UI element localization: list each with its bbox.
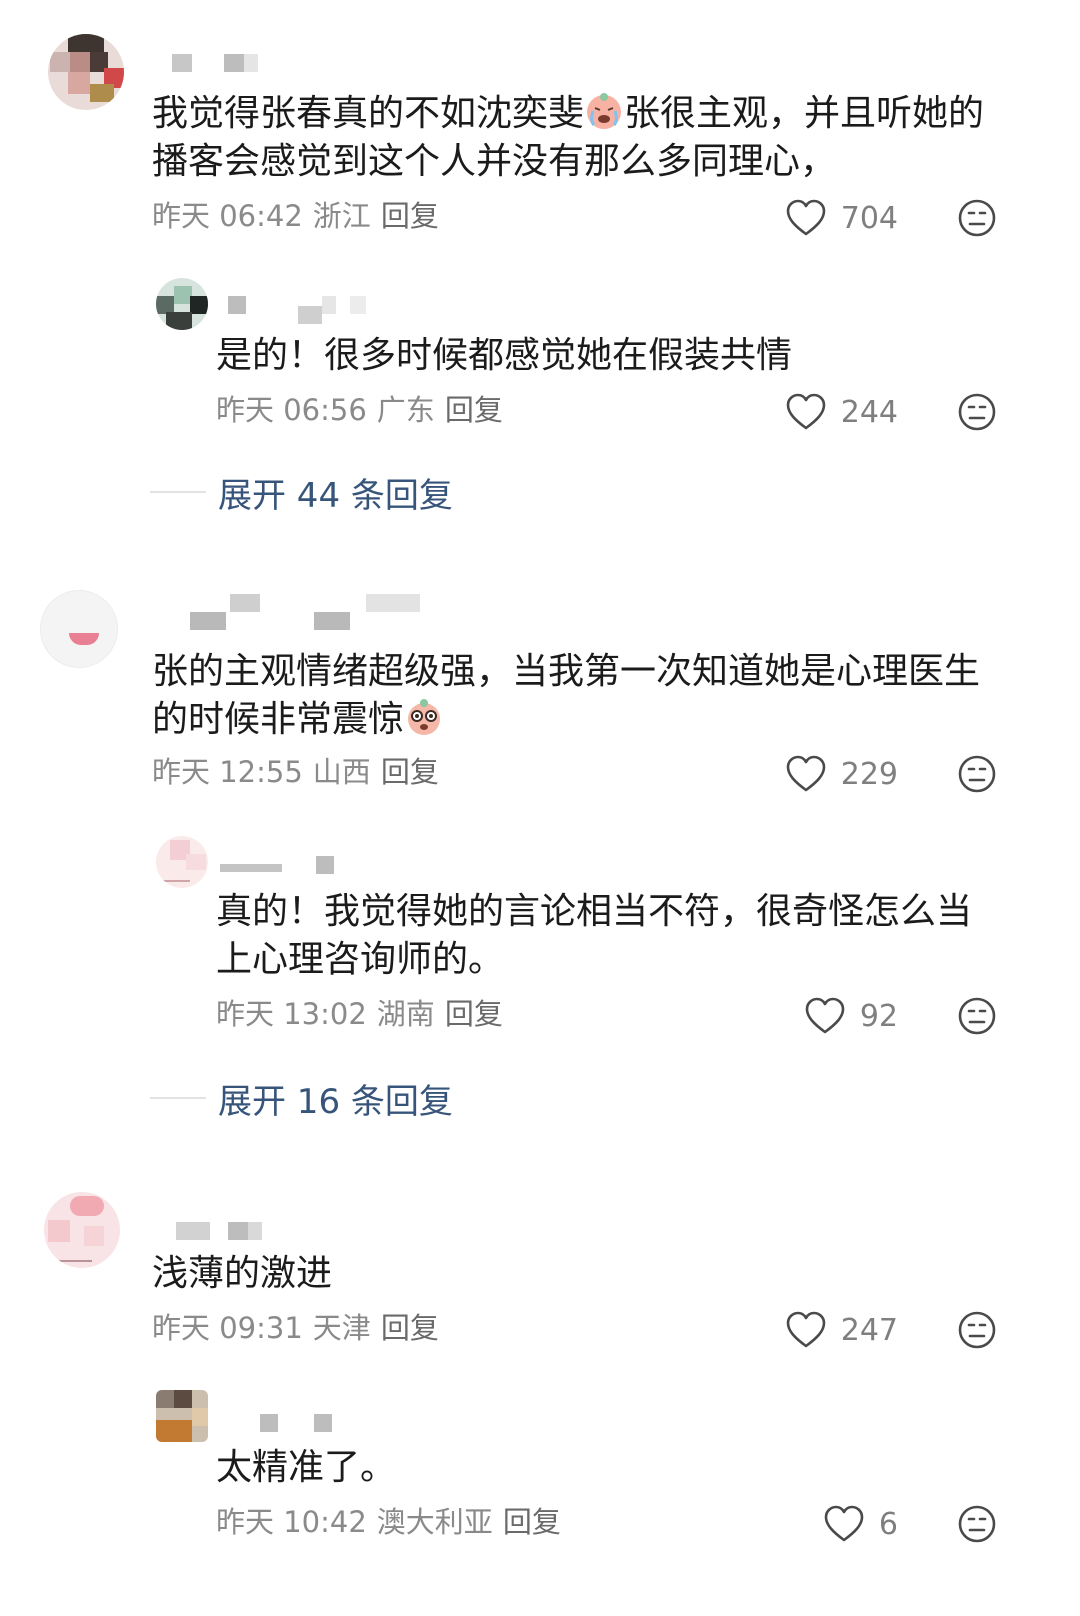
avatar[interactable] bbox=[48, 34, 124, 110]
username-blurred[interactable] bbox=[172, 54, 272, 76]
reply-link[interactable]: 回复 bbox=[445, 393, 503, 427]
location: 湖南 bbox=[376, 997, 435, 1031]
heart-outline-icon bbox=[823, 1504, 865, 1544]
like-button[interactable]: 6 bbox=[820, 1502, 898, 1546]
comment-meta: 昨天 06:42 浙江 回复 bbox=[152, 196, 449, 236]
location: 广东 bbox=[376, 393, 435, 427]
reply-text: 是的！很多时候都感觉她在假装共情 bbox=[216, 335, 793, 376]
avatar[interactable] bbox=[156, 836, 208, 888]
like-count: 244 bbox=[840, 394, 898, 430]
comment-text: 张的主观情绪超级强，当我第一次知道她是心理医生 的时候非常震惊 bbox=[152, 651, 981, 740]
reply-link[interactable]: 回复 bbox=[503, 1505, 561, 1539]
expand-replies-label: 展开 16 条回复 bbox=[218, 1081, 453, 1122]
like-count: 92 bbox=[859, 998, 898, 1034]
comment-text: 浅薄的激进 bbox=[152, 1253, 333, 1294]
neutral-face-icon[interactable] bbox=[957, 754, 997, 794]
location: 山西 bbox=[312, 755, 371, 789]
comment-meta: 昨天 09:31 天津 回复 bbox=[152, 1308, 449, 1348]
username-blurred[interactable] bbox=[220, 856, 340, 878]
timestamp: 昨天 06:56 bbox=[216, 393, 367, 427]
like-count: 229 bbox=[840, 756, 898, 792]
like-count: 6 bbox=[878, 1506, 898, 1542]
heart-outline-icon bbox=[785, 1310, 827, 1350]
like-button[interactable]: 704 bbox=[780, 196, 898, 240]
neutral-face-icon[interactable] bbox=[957, 996, 997, 1036]
neutral-face-icon[interactable] bbox=[957, 198, 997, 238]
heart-outline-icon bbox=[785, 392, 827, 432]
heart-outline-icon bbox=[785, 754, 827, 794]
like-button[interactable]: 244 bbox=[780, 390, 898, 434]
username-blurred[interactable] bbox=[190, 594, 430, 630]
like-count: 247 bbox=[840, 1312, 898, 1348]
heart-outline-icon bbox=[804, 996, 846, 1036]
avatar[interactable] bbox=[156, 278, 208, 330]
reply-link[interactable]: 回复 bbox=[381, 755, 439, 789]
comment-meta: 昨天 12:55 山西 回复 bbox=[152, 752, 449, 792]
reply-meta: 昨天 06:56 广东 回复 bbox=[216, 390, 513, 430]
reply-link[interactable]: 回复 bbox=[381, 199, 439, 233]
username-blurred[interactable] bbox=[176, 1222, 276, 1244]
timestamp: 昨天 12:55 bbox=[152, 755, 303, 789]
reply-link[interactable]: 回复 bbox=[445, 997, 503, 1031]
divider bbox=[150, 491, 206, 493]
heart-outline-icon bbox=[785, 198, 827, 238]
like-button[interactable]: 229 bbox=[780, 752, 898, 796]
crying-face-emoji bbox=[587, 93, 622, 129]
comment-text: 我觉得张春真的不如沈奕斐 张很主观，并且听她的 播客会感觉到这个人并没有那么多同理… bbox=[152, 93, 985, 182]
expand-replies-button[interactable]: 展开 44 条回复 bbox=[150, 470, 453, 516]
reply-text: 真的！我觉得她的言论相当不符，很奇怪怎么当 上心理咨询师的。 bbox=[216, 891, 973, 980]
timestamp: 昨天 13:02 bbox=[216, 997, 367, 1031]
like-button[interactable]: 247 bbox=[780, 1308, 898, 1352]
expand-replies-button[interactable]: 展开 16 条回复 bbox=[150, 1076, 453, 1122]
reply-meta: 昨天 10:42 澳大利亚 回复 bbox=[216, 1502, 571, 1542]
reply-meta: 昨天 13:02 湖南 回复 bbox=[216, 994, 513, 1034]
reply-link[interactable]: 回复 bbox=[381, 1311, 439, 1345]
divider bbox=[150, 1097, 206, 1099]
avatar[interactable] bbox=[156, 1390, 208, 1442]
reply-text: 太精准了。 bbox=[216, 1447, 397, 1488]
timestamp: 昨天 09:31 bbox=[152, 1311, 303, 1345]
avatar[interactable] bbox=[44, 1192, 120, 1268]
username-blurred[interactable] bbox=[228, 296, 378, 324]
avatar[interactable] bbox=[40, 590, 118, 668]
neutral-face-icon[interactable] bbox=[957, 392, 997, 432]
timestamp: 昨天 10:42 bbox=[216, 1505, 367, 1539]
neutral-face-icon[interactable] bbox=[957, 1504, 997, 1544]
expand-replies-label: 展开 44 条回复 bbox=[218, 475, 453, 516]
location: 浙江 bbox=[312, 199, 371, 233]
shocked-face-emoji bbox=[408, 699, 441, 735]
location: 天津 bbox=[312, 1311, 371, 1345]
timestamp: 昨天 06:42 bbox=[152, 199, 303, 233]
neutral-face-icon[interactable] bbox=[957, 1310, 997, 1350]
username-blurred[interactable] bbox=[260, 1414, 340, 1436]
location: 澳大利亚 bbox=[376, 1505, 493, 1539]
like-button[interactable]: 92 bbox=[800, 994, 898, 1038]
like-count: 704 bbox=[840, 200, 898, 236]
